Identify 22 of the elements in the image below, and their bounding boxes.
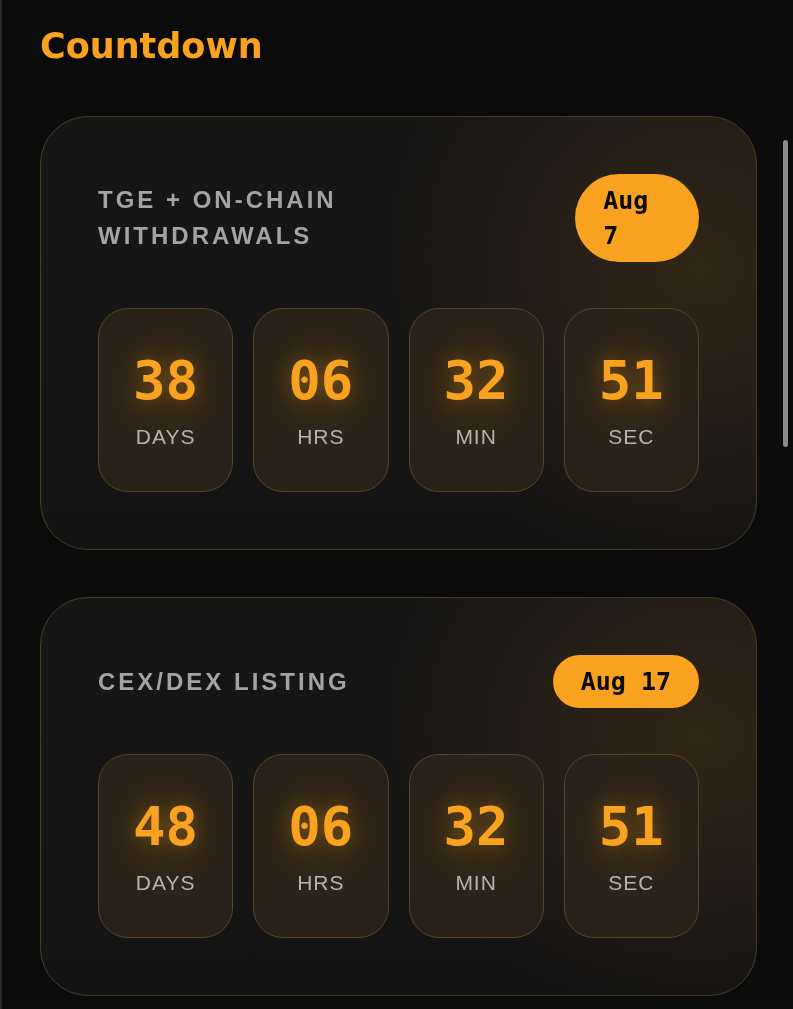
unit-label: MIN (455, 424, 497, 450)
unit-label: MIN (455, 870, 497, 896)
countdown-value: 06 (288, 796, 354, 858)
countdown-value: 32 (443, 796, 509, 858)
countdown-value: 06 (288, 350, 354, 412)
scrollbar-thumb[interactable] (783, 140, 788, 447)
countdown-value: 51 (598, 350, 664, 412)
unit-label: SEC (608, 870, 655, 896)
unit-label: DAYS (135, 424, 196, 450)
countdown-value: 48 (133, 796, 199, 858)
countdown-value: 38 (133, 350, 199, 412)
date-chip: Aug 7 (575, 174, 699, 262)
event-title: CEX/DEX LISTING (98, 666, 350, 697)
page-title: Countdown (40, 25, 263, 67)
countdown-value: 51 (598, 796, 664, 858)
date-chip: Aug 17 (552, 655, 699, 708)
unit-label: HRS (297, 424, 345, 450)
unit-label: DAYS (135, 870, 196, 896)
countdown-value: 32 (443, 350, 509, 412)
unit-label: HRS (297, 870, 345, 896)
event-title: TGE + ON-CHAIN WITHDRAWALS (98, 185, 338, 251)
unit-label: SEC (608, 424, 655, 450)
